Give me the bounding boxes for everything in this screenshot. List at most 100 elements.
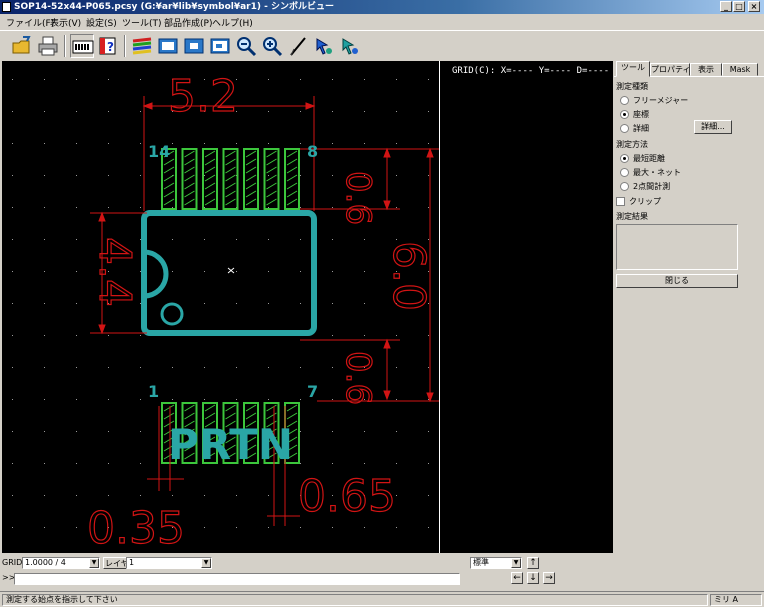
pan-left-button[interactable]: ← [511, 572, 523, 584]
zoom-in-button[interactable] [260, 34, 284, 58]
pad [263, 148, 280, 210]
arrow-down-icon: ↓ [529, 573, 537, 583]
open-folder-icon [12, 36, 31, 54]
detail-button[interactable]: 詳細... [694, 120, 732, 134]
menu-bar: ファイル(F) 表示(V) 設定(S) ツール(T) 部品作成(P) ヘルプ(H… [0, 14, 764, 30]
dimension-overall-label: 6.0 [383, 241, 434, 311]
menu-file[interactable]: ファイル(F) [6, 16, 54, 29]
pin-7-label: 7 [307, 382, 318, 401]
command-input[interactable] [14, 573, 460, 585]
zoom-window-button[interactable] [182, 34, 206, 58]
toolbar: ? [0, 30, 764, 60]
chevron-down-icon: ▼ [511, 558, 521, 568]
dimension-pad-width-label: 0.35 [87, 503, 185, 553]
pan-button[interactable] [312, 34, 336, 58]
status-message: 測定する始点を指示して下さい [2, 594, 708, 606]
pan-up-button[interactable]: ↑ [527, 557, 539, 569]
side-panel: ツール プロパティ 表示 Mask 測定種類 フリーメジャー 座標 詳細 詳細.… [614, 61, 764, 553]
zoom-in-icon [263, 37, 283, 57]
reference-label: PRTN [168, 420, 293, 469]
status-bar: 測定する始点を指示して下さい ミリ A [0, 591, 764, 607]
toolbar-separator [64, 35, 66, 57]
grid-label: GRID [2, 558, 23, 567]
measure-type-option-coord[interactable]: 座標 [620, 109, 649, 120]
measure-type-label: 測定種類 [616, 82, 648, 91]
layer-select[interactable]: 1 ▼ [126, 557, 212, 569]
zoom-fit-icon [158, 38, 178, 54]
radio-icon [620, 124, 629, 133]
tab-tools[interactable]: ツール [616, 61, 650, 77]
bottom-panel: GRID 1.0000 / 4 ▼ レイヤ 1 ▼ >> 標準 ▼ ↑ ← ↓ … [0, 554, 764, 607]
chevron-down-icon: ▼ [201, 558, 211, 568]
measure-method-option-net[interactable]: 最大・ネット [620, 167, 681, 178]
dimension-height-label: 4.4 [89, 237, 140, 307]
measure-type-option-free[interactable]: フリーメジャー [620, 95, 688, 106]
app-icon [2, 2, 11, 12]
tab-properties[interactable]: プロパティ [650, 63, 690, 76]
menu-settings[interactable]: 設定(S) [86, 16, 117, 29]
info-canvas: GRID(C): X=---- Y=---- D=---- [440, 61, 613, 553]
help-button[interactable]: ? [96, 34, 120, 58]
dimension-pitch-label: 0.65 [298, 471, 396, 522]
measure-method-option-two-point[interactable]: 2点間計測 [620, 181, 670, 192]
pin-14-label: 14 [148, 142, 170, 161]
pad [284, 148, 300, 210]
menu-help[interactable]: ヘルプ(H) [212, 16, 253, 29]
footprint-view: 5.2 4.4 0.6 6.0 0.6 0.35 0.65 14 8 1 7 P… [12, 70, 439, 555]
radio-icon [620, 182, 629, 191]
measure-type-option-detail[interactable]: 詳細 [620, 123, 649, 134]
pin-1-label: 1 [148, 382, 159, 401]
menu-view[interactable]: 表示(V) [50, 16, 81, 29]
arrow-right-icon: → [545, 573, 553, 583]
zoom-out-icon [237, 37, 257, 57]
pan-down-button[interactable]: ↓ [527, 572, 539, 584]
arrow-up-icon: ↑ [529, 558, 537, 568]
pan-icon [316, 38, 332, 55]
package-outline [141, 210, 317, 336]
zoom-area-icon [210, 38, 230, 54]
chevron-down-icon: ▼ [89, 558, 99, 568]
dimension-pad-length-top-label: 0.6 [338, 171, 378, 225]
zoom-area-button[interactable] [208, 34, 232, 58]
menu-tools[interactable]: ツール(T) [122, 16, 162, 29]
layers-button[interactable] [130, 34, 154, 58]
radio-icon [620, 96, 629, 105]
pad [181, 148, 198, 210]
pin-grid-button[interactable] [70, 34, 94, 58]
maximize-button[interactable]: □ [733, 1, 745, 12]
result-label: 測定結果 [616, 212, 648, 221]
tab-mask[interactable]: Mask [722, 63, 758, 76]
pan-right-button[interactable]: → [543, 572, 555, 584]
clip-checkbox[interactable]: クリップ [616, 196, 661, 207]
zoom-out-button[interactable] [234, 34, 258, 58]
layers-icon [132, 37, 152, 55]
measure-icon [290, 37, 306, 56]
measure-method-option-shortest[interactable]: 最短距離 [620, 153, 665, 164]
redraw-button[interactable] [338, 34, 362, 58]
print-icon [38, 36, 58, 56]
tab-display[interactable]: 表示 [690, 63, 722, 76]
print-button[interactable] [36, 34, 60, 58]
minimize-button[interactable]: _ [720, 1, 732, 12]
scale-select[interactable]: 標準 ▼ [470, 557, 522, 569]
pad [222, 148, 239, 210]
radio-icon [620, 168, 629, 177]
svg-text:?: ? [107, 40, 114, 54]
menu-create[interactable]: 部品作成(P) [164, 16, 212, 29]
result-box [616, 224, 738, 270]
close-button[interactable]: × [748, 1, 760, 12]
help-icon: ? [99, 37, 116, 55]
pad [243, 148, 259, 210]
close-panel-button[interactable]: 閉じる [616, 274, 738, 288]
zoom-window-icon [184, 38, 204, 54]
title-bar: SOP14-52x44-P065.pcsy (G:¥ar¥lib¥symbol¥… [0, 0, 764, 14]
open-button[interactable] [10, 34, 34, 58]
measure-button[interactable] [286, 34, 310, 58]
zoom-fit-button[interactable] [156, 34, 180, 58]
drawing-canvas[interactable]: 5.2 4.4 0.6 6.0 0.6 0.35 0.65 14 8 1 7 P… [2, 61, 439, 555]
grid-select[interactable]: 1.0000 / 4 ▼ [22, 557, 100, 569]
pin-8-label: 8 [307, 142, 318, 161]
pads-top [161, 148, 300, 210]
arrow-left-icon: ← [513, 573, 521, 583]
pad [202, 148, 218, 210]
